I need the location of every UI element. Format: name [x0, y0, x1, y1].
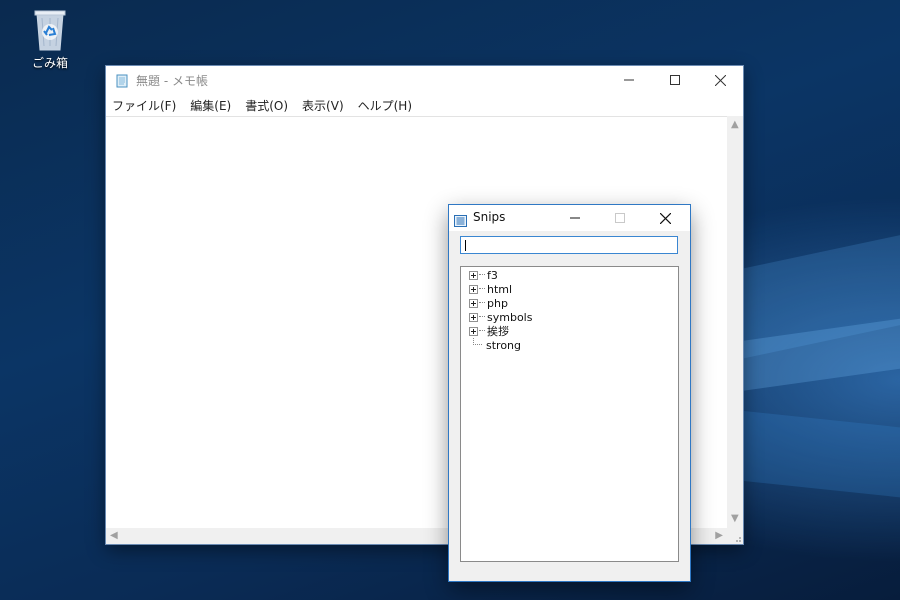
scroll-up-icon[interactable]: ▲: [731, 120, 739, 130]
tree-node[interactable]: php: [469, 296, 508, 310]
desktop-icon-label: ごみ箱: [31, 56, 68, 70]
text-caret: [465, 240, 466, 251]
tree-node-label: php: [487, 296, 508, 310]
menu-format[interactable]: 書式(O): [245, 97, 296, 114]
tree-node-label: f3: [487, 268, 498, 282]
menu-file[interactable]: ファイル(F): [112, 97, 184, 114]
expand-icon[interactable]: [469, 284, 478, 294]
notepad-titlebar[interactable]: 無題 - メモ帳: [106, 66, 743, 94]
tree-connector: [473, 338, 482, 345]
scroll-right-icon[interactable]: ▶: [715, 531, 723, 541]
menu-view[interactable]: 表示(V): [302, 97, 352, 114]
tree-node-label: strong: [486, 338, 522, 352]
close-button[interactable]: [697, 66, 743, 94]
desktop-icon-recycle-bin[interactable]: ごみ箱: [24, 6, 76, 71]
maximize-button[interactable]: [598, 205, 642, 231]
vertical-scrollbar[interactable]: ▲ ▼: [727, 116, 743, 528]
expand-icon[interactable]: [469, 326, 478, 336]
snips-titlebar[interactable]: Snips: [449, 205, 690, 231]
tree-node[interactable]: symbols: [469, 310, 532, 324]
minimize-button[interactable]: [606, 66, 652, 94]
tree-node-label: symbols: [487, 310, 533, 324]
maximize-button[interactable]: [652, 66, 698, 94]
expand-icon[interactable]: [469, 270, 478, 280]
tree-node-label: 挨拶: [487, 325, 509, 338]
tree-node[interactable]: html: [469, 282, 512, 296]
tree-leaf[interactable]: strong: [473, 338, 521, 352]
minimize-button[interactable]: [553, 205, 597, 231]
tree-node[interactable]: 挨拶: [469, 324, 509, 338]
list-icon: [454, 212, 467, 227]
resize-grip[interactable]: [727, 528, 743, 544]
menu-help[interactable]: ヘルプ(H): [358, 97, 420, 114]
tree-node[interactable]: f3: [469, 268, 498, 282]
menu-bar: ファイル(F) 編集(E) 書式(O) 表示(V) ヘルプ(H): [106, 94, 743, 116]
snips-title: Snips: [473, 210, 506, 224]
scroll-down-icon[interactable]: ▼: [731, 514, 739, 524]
expand-icon[interactable]: [469, 312, 478, 322]
search-input[interactable]: [460, 236, 678, 254]
close-button[interactable]: [643, 205, 687, 231]
snippet-tree[interactable]: f3 html php symbols 挨拶 strong: [460, 266, 679, 562]
tree-node-label: html: [487, 282, 513, 296]
snips-window: Snips f3 html php symbols 挨拶 strong: [449, 205, 690, 581]
expand-icon[interactable]: [469, 298, 478, 308]
recycle-bin-icon: [31, 6, 69, 52]
scroll-left-icon[interactable]: ◀: [110, 531, 118, 541]
menu-edit[interactable]: 編集(E): [190, 97, 239, 114]
window-title: 無題 - メモ帳: [136, 74, 208, 88]
notepad-icon: [115, 73, 129, 88]
